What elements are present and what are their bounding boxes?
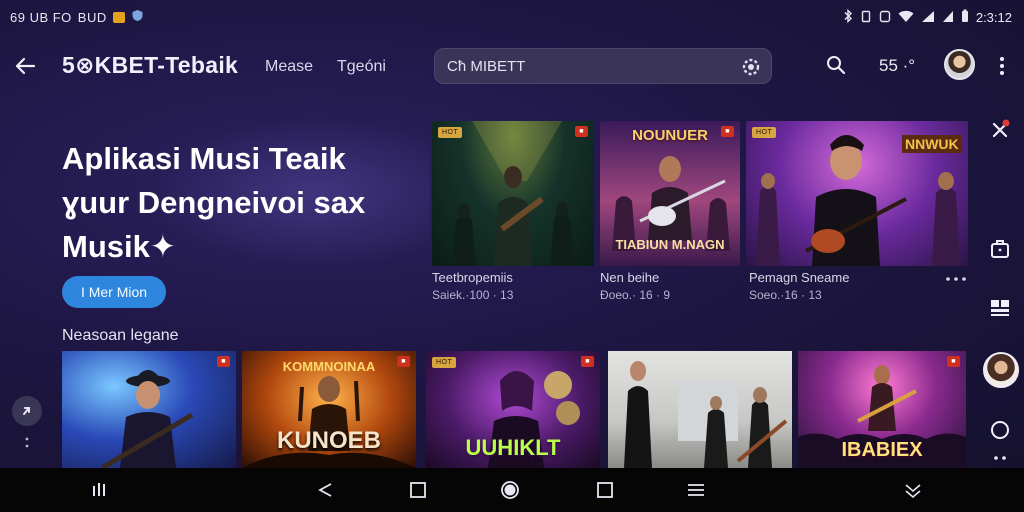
back-triangle-icon[interactable] xyxy=(316,480,336,500)
band-silhouette-illustration xyxy=(452,121,574,266)
poster-subtitle: TIABIUN M.NAGN xyxy=(615,237,725,252)
poster-title: IBABIEX xyxy=(841,439,923,461)
app-brand-title[interactable]: 5⊗KBET-Tebaik xyxy=(62,52,238,79)
collapse-chevron-icon[interactable] xyxy=(903,480,923,500)
row-card-5[interactable]: ■ IBABIEX xyxy=(798,351,966,468)
row-card-2[interactable]: ■ KOMMNOINAA KUNOEB xyxy=(242,351,416,468)
status-bar: 69 UB FO BUD 2:3:12 xyxy=(0,0,1024,34)
singer-hat-illustration xyxy=(100,370,194,468)
library-icon[interactable] xyxy=(988,296,1012,320)
scroll-back-button[interactable] xyxy=(12,396,42,426)
signal-icon xyxy=(921,10,935,26)
bag-icon[interactable] xyxy=(988,236,1012,260)
nfc-icon xyxy=(879,10,891,26)
row-card-3[interactable]: HOT ■ UUHIKLT xyxy=(426,351,600,468)
card-badge: HOT xyxy=(438,127,463,138)
circle-icon[interactable] xyxy=(988,418,1012,442)
hero-title: Aplikasi Musi Teaik ɣuur Dengneivoi sax … xyxy=(62,137,422,269)
nav-link-tgeoni[interactable]: Tgeóni xyxy=(337,58,386,76)
wifi-icon xyxy=(898,10,914,26)
signal-icon-2 xyxy=(942,10,954,26)
studio-musicians-illustration xyxy=(624,361,788,468)
card-flag: ■ xyxy=(575,126,588,137)
overview-square-icon[interactable] xyxy=(595,480,615,500)
system-navigation-bar xyxy=(0,468,1024,512)
status-left: 69 UB FO BUD xyxy=(10,9,144,25)
status-text-2: BUD xyxy=(77,9,107,25)
poster-title: UUHIKLT xyxy=(465,435,561,460)
more-horizontal-icon[interactable] xyxy=(944,272,968,286)
profile-avatar[interactable] xyxy=(983,352,1019,388)
featured-title-2[interactable]: Nen beihe xyxy=(600,270,659,285)
row-card-1[interactable]: ■ xyxy=(62,351,236,468)
hero-title-line: Musik✦ xyxy=(62,229,176,264)
featured-meta-1: Saiek.·100 · 13 xyxy=(432,288,514,302)
top-app-bar: 5⊗KBET-Tebaik Mease Tgeóni Cħ MIBETT 55 … xyxy=(0,40,1024,92)
back-arrow-icon[interactable] xyxy=(12,52,40,80)
user-avatar[interactable] xyxy=(944,49,975,80)
search-value: Cħ MIBETT xyxy=(447,58,526,75)
dots-icon[interactable] xyxy=(988,452,1012,466)
status-text: 69 UB FO xyxy=(10,9,72,25)
featured-meta-2: Ðoeo.· 16 · 9 xyxy=(600,288,671,302)
row-card-4[interactable] xyxy=(608,351,792,468)
featured-title-1[interactable]: Teetbropemiis xyxy=(432,270,513,285)
vibrate-icon xyxy=(860,10,872,26)
search-icon[interactable] xyxy=(824,53,848,77)
hero-title-line: Aplikasi Musi Teaik xyxy=(62,141,346,176)
search-settings-icon[interactable] xyxy=(740,56,762,78)
hero-cta-button[interactable]: I Mer Mion xyxy=(62,276,166,308)
status-right: 2:3:12 xyxy=(843,8,1012,26)
nav-link-mease[interactable]: Mease xyxy=(265,58,313,76)
credit-counter: 55 ·° xyxy=(879,56,916,75)
featured-title-3[interactable]: Pemagn Sneame xyxy=(749,270,849,285)
featured-meta-3: Soeo.·16 · 13 xyxy=(749,288,822,302)
recents-bars-icon[interactable] xyxy=(90,480,110,500)
battery-icon xyxy=(961,9,969,26)
section-title: Neasoan legane xyxy=(62,327,179,344)
search-input[interactable]: Cħ MIBETT xyxy=(434,48,772,84)
square-icon[interactable] xyxy=(408,480,428,500)
vpn-shield-icon xyxy=(131,9,144,25)
featured-card-3[interactable]: HOT NNWUK xyxy=(746,121,968,266)
card-flag: ■ xyxy=(217,356,230,367)
notification-app-icon xyxy=(112,11,125,23)
home-circle-icon[interactable] xyxy=(500,480,520,500)
featured-card-2[interactable]: ■ NOUNUER TIABIUN M.NAGN xyxy=(600,121,740,266)
featured-card-1[interactable]: HOT ■ xyxy=(432,121,594,266)
clock: 2:3:12 xyxy=(975,10,1012,25)
hero-title-line: ɣuur Dengneivoi sax xyxy=(62,185,366,220)
bluetooth-icon xyxy=(843,8,853,26)
poster-subtitle: KUNOEB xyxy=(276,427,381,454)
menu-lines-icon[interactable] xyxy=(686,480,706,500)
more-vertical-icon[interactable] xyxy=(992,54,1012,78)
pin-icon[interactable] xyxy=(988,118,1012,142)
stage-performer-illustration xyxy=(756,135,960,266)
more-vertical-small-icon[interactable] xyxy=(22,436,32,450)
